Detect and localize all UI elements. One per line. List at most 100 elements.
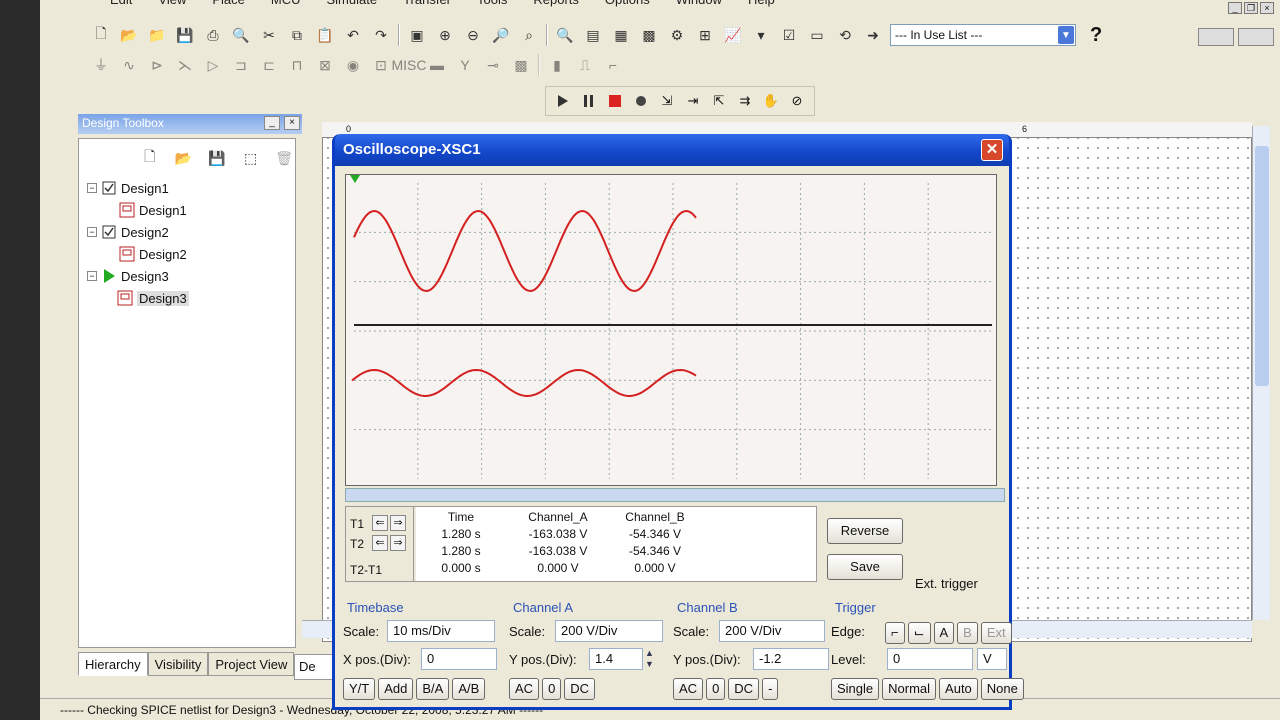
ultiboard-icon[interactable]: ⟲ [834, 24, 856, 46]
pause-icon[interactable] [578, 90, 600, 112]
copy-icon[interactable]: ⧉ [286, 24, 308, 46]
trigger-source-ext-button[interactable]: Ext [980, 622, 1012, 644]
ba-button[interactable]: B/A [416, 678, 450, 700]
menu-reports[interactable]: Reports [533, 0, 579, 12]
timebase-scale-field[interactable]: 10 ms/Div [387, 620, 495, 642]
new-design-icon[interactable]: 🗋 [139, 147, 161, 169]
breakpoint-icon[interactable] [630, 90, 652, 112]
collapse-icon[interactable]: − [87, 183, 97, 193]
tree-node-design1-sheet[interactable]: Design1 [87, 199, 295, 221]
scope-scrollbar[interactable] [345, 488, 1005, 502]
menu-help[interactable]: Help [748, 0, 775, 12]
menu-view[interactable]: View [158, 0, 186, 12]
menu-edit[interactable]: Edit [110, 0, 132, 12]
help-icon[interactable]: ? [1090, 24, 1102, 47]
tree-node-design2[interactable]: − Design2 [87, 221, 295, 243]
tab-hierarchy[interactable]: Hierarchy [78, 652, 148, 676]
channel-a-ypos-field[interactable]: 1.4 [589, 648, 643, 670]
cut-icon[interactable]: ✂ [258, 24, 280, 46]
save-button[interactable]: Save [827, 554, 903, 580]
graph-icon[interactable]: 📈 [722, 24, 744, 46]
tab-project-view[interactable]: Project View [208, 652, 295, 676]
component-icon[interactable]: ▤ [582, 24, 604, 46]
spinner-icon[interactable]: ▲ ▼ [645, 648, 654, 670]
channel-a-ac-button[interactable]: AC [509, 678, 540, 700]
paste-icon[interactable]: 📋 [314, 24, 336, 46]
in-use-list-dropdown[interactable]: --- In Use List --- ▼ [890, 24, 1076, 46]
postprocessor-icon[interactable]: ⊞ [694, 24, 716, 46]
tile-view-icon[interactable] [1198, 28, 1234, 46]
add-button[interactable]: Add [378, 678, 414, 700]
collapse-icon[interactable]: − [87, 227, 97, 237]
open-folder-icon[interactable]: 📂 [118, 24, 140, 46]
redo-icon[interactable]: ↷ [370, 24, 392, 46]
source-icon[interactable]: ⏚ [90, 54, 112, 76]
indicator-icon[interactable]: ◉ [342, 54, 364, 76]
new-file-icon[interactable]: 🗋 [90, 24, 112, 46]
vertical-scrollbar[interactable] [1252, 126, 1270, 620]
minimize-icon[interactable]: _ [1228, 2, 1242, 14]
save-icon[interactable]: 💾 [174, 24, 196, 46]
tree-node-design3-sheet[interactable]: Design3 [87, 287, 295, 309]
print-icon[interactable]: ⎙ [202, 24, 224, 46]
misc-digital-icon[interactable]: ⊓ [286, 54, 308, 76]
undo-icon[interactable]: ↶ [342, 24, 364, 46]
transfer-icon[interactable]: ➜ [862, 24, 884, 46]
transistor-icon[interactable]: ⋋ [174, 54, 196, 76]
analysis-icon[interactable]: ▾ [750, 24, 772, 46]
peripherals-icon[interactable]: ▬ [426, 54, 448, 76]
mcu-icon[interactable]: ▩ [510, 54, 532, 76]
tree-node-design3[interactable]: − Design3 [87, 265, 295, 287]
ab-button[interactable]: A/B [452, 678, 486, 700]
channel-b-invert-button[interactable]: - [762, 678, 779, 700]
menu-place[interactable]: Place [212, 0, 245, 12]
channel-a-scale-field[interactable]: 200 V/Div [555, 620, 663, 642]
channel-a-dc-button[interactable]: DC [564, 678, 596, 700]
zoom-area-icon[interactable]: 🔎 [490, 24, 512, 46]
hierarchical-block-icon[interactable]: ▮ [546, 54, 568, 76]
step-out-icon[interactable]: ⇱ [708, 90, 730, 112]
open-design-icon[interactable]: 📂 [173, 147, 195, 169]
channel-b-zero-button[interactable]: 0 [706, 678, 726, 700]
checklist-icon[interactable]: ☑ [778, 24, 800, 46]
arrow-left-icon[interactable]: ⇐ [372, 515, 388, 531]
ttl-icon[interactable]: ⊐ [230, 54, 252, 76]
menu-simulate[interactable]: Simulate [327, 0, 378, 12]
spreadsheet-icon[interactable]: ▩ [638, 24, 660, 46]
collapse-icon[interactable]: − [87, 271, 97, 281]
delete-design-icon[interactable]: 🗑 [273, 147, 295, 169]
run-icon[interactable] [552, 90, 574, 112]
single-button[interactable]: Single [831, 678, 880, 700]
close-design-icon[interactable]: ⬚ [240, 147, 262, 169]
arrow-right-icon[interactable]: ⇒ [390, 515, 406, 531]
search-icon[interactable]: 🔍 [554, 24, 576, 46]
chevron-down-icon[interactable]: ▼ [1058, 26, 1074, 44]
database-icon[interactable]: ⚙ [666, 24, 688, 46]
arrow-right-icon[interactable]: ⇒ [390, 535, 406, 551]
restore-icon[interactable]: ❐ [1244, 2, 1258, 14]
zoom-fit-icon[interactable]: ⌕ [518, 24, 540, 46]
tab-visibility[interactable]: Visibility [147, 652, 209, 676]
trigger-source-b-button[interactable]: B [957, 622, 978, 644]
step-into-icon[interactable]: ⇲ [656, 90, 678, 112]
rf-icon[interactable]: Y [454, 54, 476, 76]
misc-icon[interactable]: MISC [392, 54, 427, 76]
menu-transfer[interactable]: Transfer [403, 0, 451, 12]
channel-b-dc-button[interactable]: DC [728, 678, 760, 700]
channel-b-ac-button[interactable]: AC [673, 678, 704, 700]
stop-icon[interactable] [604, 90, 626, 112]
close-icon[interactable]: × [1260, 2, 1274, 14]
arrow-left-icon[interactable]: ⇐ [372, 535, 388, 551]
tree-node-design1[interactable]: − Design1 [87, 177, 295, 199]
electromechanical-icon[interactable]: ⊸ [482, 54, 504, 76]
open-sample-icon[interactable]: 📁 [146, 24, 168, 46]
zoom-in-icon[interactable]: ⊕ [434, 24, 456, 46]
close-icon[interactable]: ✕ [981, 139, 1003, 161]
menu-window[interactable]: Window [676, 0, 722, 12]
bus-icon[interactable]: ⎍ [574, 54, 596, 76]
single-view-icon[interactable] [1238, 28, 1274, 46]
none-button[interactable]: None [980, 678, 1024, 700]
channel-b-scale-field[interactable]: 200 V/Div [719, 620, 825, 642]
pin-icon[interactable]: _ [264, 116, 280, 130]
close-icon[interactable]: × [284, 116, 300, 130]
